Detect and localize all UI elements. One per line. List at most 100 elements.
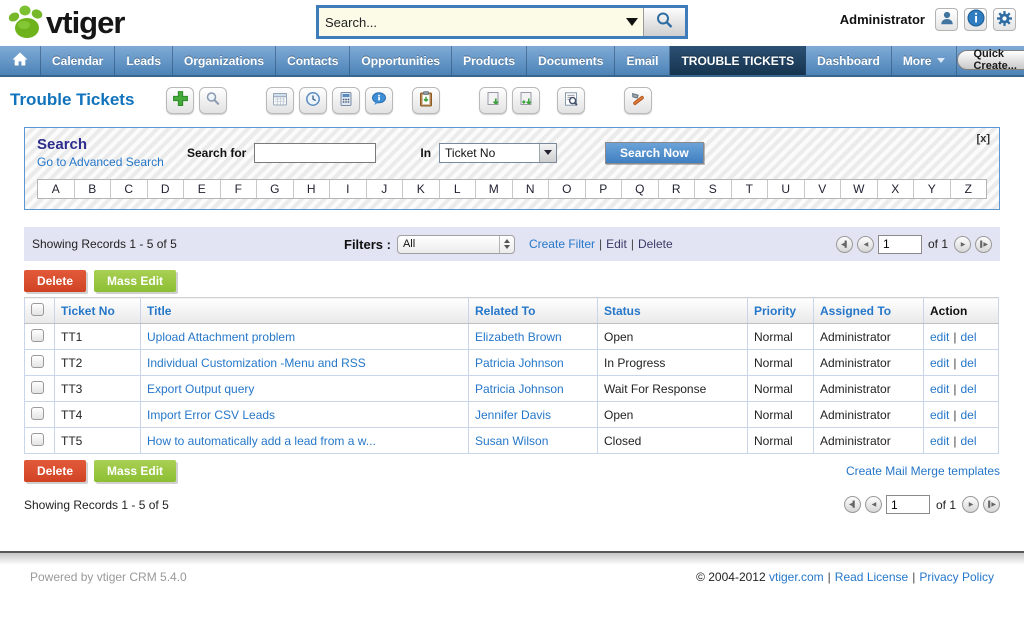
page-number-input-bottom[interactable] (886, 495, 930, 514)
first-page-button[interactable]: ◀▌ (836, 236, 853, 253)
alpha-link-p[interactable]: P (586, 180, 623, 198)
settings-tools-button[interactable] (624, 87, 652, 114)
privacy-policy-link[interactable]: Privacy Policy (919, 570, 994, 584)
alpha-link-u[interactable]: U (768, 180, 805, 198)
ticket-title-link[interactable]: Export Output query (147, 382, 254, 396)
related-to-link[interactable]: Patricia Johnson (475, 382, 564, 396)
create-filter-link[interactable]: Create Filter (529, 237, 595, 251)
alpha-link-y[interactable]: Y (914, 180, 951, 198)
alpha-link-r[interactable]: R (659, 180, 696, 198)
global-search-input[interactable] (319, 8, 621, 36)
filter-select[interactable]: All (397, 235, 515, 254)
nav-tab-opportunities[interactable]: Opportunities (350, 46, 452, 75)
row-checkbox[interactable] (31, 355, 44, 368)
alpha-link-k[interactable]: K (403, 180, 440, 198)
column-header-ticket-no[interactable]: Ticket No (55, 298, 141, 324)
delete-filter-link[interactable]: Delete (638, 237, 673, 251)
row-checkbox[interactable] (31, 433, 44, 446)
select-all-checkbox[interactable] (31, 303, 44, 316)
column-header-priority[interactable]: Priority (748, 298, 814, 324)
vtiger-site-link[interactable]: vtiger.com (769, 570, 824, 584)
edit-link[interactable]: edit (930, 330, 949, 344)
create-mail-merge-link[interactable]: Create Mail Merge templates (846, 464, 1000, 478)
alpha-link-e[interactable]: E (184, 180, 221, 198)
edit-link[interactable]: edit (930, 434, 949, 448)
alpha-link-v[interactable]: V (805, 180, 842, 198)
alpha-link-i[interactable]: I (330, 180, 367, 198)
export-button[interactable] (479, 87, 507, 114)
chat-shortcut-button[interactable] (365, 87, 393, 114)
row-checkbox[interactable] (31, 329, 44, 342)
nav-more-menu[interactable]: More (892, 46, 958, 75)
alpha-link-l[interactable]: L (440, 180, 477, 198)
alpha-link-n[interactable]: N (513, 180, 550, 198)
related-to-link[interactable]: Susan Wilson (475, 434, 548, 448)
global-search-button[interactable] (643, 8, 685, 36)
ticket-title-link[interactable]: Import Error CSV Leads (147, 408, 275, 422)
nav-tab-trouble-tickets[interactable]: TROUBLE TICKETS (670, 46, 806, 75)
delete-button[interactable]: Delete (24, 270, 86, 292)
column-header-related-to[interactable]: Related To (469, 298, 598, 324)
first-page-button[interactable]: ◀▌ (844, 496, 861, 513)
del-link[interactable]: del (960, 382, 976, 396)
nav-tab-calendar[interactable]: Calendar (41, 46, 115, 75)
related-to-link[interactable]: Jennifer Davis (475, 408, 551, 422)
del-link[interactable]: del (960, 356, 976, 370)
del-link[interactable]: del (960, 434, 976, 448)
add-ticket-button[interactable] (166, 87, 194, 114)
alpha-link-h[interactable]: H (294, 180, 331, 198)
last-page-button[interactable]: ▌▶ (975, 236, 992, 253)
alpha-link-w[interactable]: W (841, 180, 878, 198)
edit-filter-link[interactable]: Edit (606, 237, 627, 251)
settings-button[interactable] (993, 8, 1016, 31)
alpha-link-f[interactable]: F (221, 180, 258, 198)
alpha-link-m[interactable]: M (476, 180, 513, 198)
nav-tab-leads[interactable]: Leads (115, 46, 173, 75)
edit-link[interactable]: edit (930, 356, 949, 370)
find-duplicates-button[interactable] (557, 87, 585, 114)
next-page-button[interactable]: ▶ (962, 496, 979, 513)
column-header-status[interactable]: Status (598, 298, 748, 324)
advanced-search-link[interactable]: Go to Advanced Search (37, 155, 164, 169)
del-link[interactable]: del (960, 330, 976, 344)
clipboard-shortcut-button[interactable] (412, 87, 440, 114)
edit-link[interactable]: edit (930, 382, 949, 396)
alpha-link-d[interactable]: D (148, 180, 185, 198)
clock-shortcut-button[interactable] (299, 87, 327, 114)
alpha-link-s[interactable]: S (695, 180, 732, 198)
quick-create-button[interactable]: Quick Create... (957, 50, 1024, 70)
global-search-dropdown-icon[interactable] (621, 8, 643, 36)
del-link[interactable]: del (960, 408, 976, 422)
search-tickets-button[interactable] (199, 87, 227, 114)
nav-tab-products[interactable]: Products (452, 46, 527, 75)
next-page-button[interactable]: ▶ (954, 236, 971, 253)
alpha-link-q[interactable]: Q (622, 180, 659, 198)
alpha-link-o[interactable]: O (549, 180, 586, 198)
alpha-link-c[interactable]: C (111, 180, 148, 198)
nav-tab-contacts[interactable]: Contacts (276, 46, 350, 75)
import-button[interactable] (512, 87, 540, 114)
alpha-link-x[interactable]: X (878, 180, 915, 198)
search-now-button[interactable]: Search Now (605, 142, 704, 164)
alpha-link-z[interactable]: Z (951, 180, 987, 198)
calendar-shortcut-button[interactable] (266, 87, 294, 114)
ticket-title-link[interactable]: Individual Customization -Menu and RSS (147, 356, 366, 370)
related-to-link[interactable]: Patricia Johnson (475, 356, 564, 370)
page-number-input[interactable] (878, 235, 922, 254)
search-field-select[interactable]: Ticket No (439, 143, 557, 163)
mass-edit-button-bottom[interactable]: Mass Edit (94, 460, 176, 482)
mass-edit-button[interactable]: Mass Edit (94, 270, 176, 292)
row-checkbox[interactable] (31, 407, 44, 420)
nav-tab-documents[interactable]: Documents (527, 46, 615, 75)
help-button[interactable] (964, 8, 987, 31)
alpha-link-b[interactable]: B (75, 180, 112, 198)
last-page-button[interactable]: ▌▶ (983, 496, 1000, 513)
search-for-input[interactable] (254, 143, 376, 163)
read-license-link[interactable]: Read License (835, 570, 908, 584)
ticket-title-link[interactable]: Upload Attachment problem (147, 330, 295, 344)
nav-tab-dashboard[interactable]: Dashboard (806, 46, 892, 75)
nav-tab-organizations[interactable]: Organizations (173, 46, 276, 75)
my-preferences-button[interactable] (935, 8, 958, 31)
ticket-title-link[interactable]: How to automatically add a lead from a w… (147, 434, 376, 448)
alpha-link-g[interactable]: G (257, 180, 294, 198)
